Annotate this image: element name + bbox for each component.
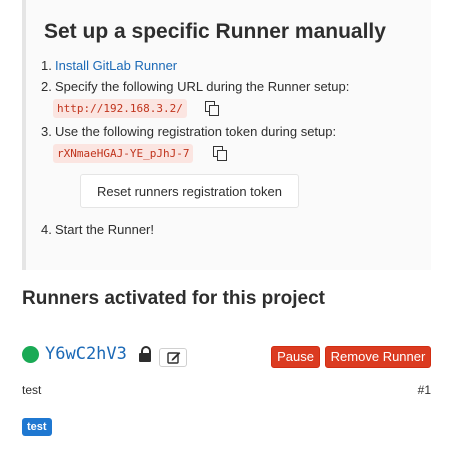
edit-runner-button[interactable] [159, 348, 187, 367]
coordinator-url: http://192.168.3.2/ [53, 99, 187, 118]
step-3: 3. Use the following registration token d… [41, 124, 336, 139]
runner-id: #1 [417, 383, 431, 397]
step-4-number: 4. [41, 222, 52, 237]
registration-token: rXNmaeHGAJ-YE_pJhJ-7 [53, 144, 194, 163]
step-2-number: 2. [41, 79, 52, 94]
activated-runners-title: Runners activated for this project [22, 288, 326, 309]
copy-url-button[interactable] [204, 100, 220, 116]
remove-runner-button[interactable]: Remove Runner [325, 346, 431, 368]
runner-row: Y6wC2hV3 Pause Remove Runner [22, 344, 431, 370]
runner-description: test [22, 383, 42, 397]
runner-name-link[interactable]: Y6wC2hV3 [45, 344, 127, 364]
runner-status-online-icon [22, 346, 39, 363]
step-2: 2. Specify the following URL during the R… [41, 79, 349, 94]
step-3-text: Use the following registration token dur… [55, 124, 337, 139]
step-4: 4. Start the Runner! [41, 222, 154, 237]
step-1-number: 1. [41, 58, 52, 73]
step-3-number: 3. [41, 124, 52, 139]
step-2-text: Specify the following URL during the Run… [55, 79, 350, 94]
edit-icon [167, 352, 181, 364]
setup-title: Set up a specific Runner manually [44, 20, 386, 43]
runner-tag-badge: test [22, 418, 52, 436]
copy-token-button[interactable] [212, 145, 228, 161]
step-1: 1. Install GitLab Runner [41, 58, 177, 73]
step-4-text: Start the Runner! [55, 222, 154, 237]
lock-icon [138, 346, 152, 363]
install-gitlab-runner-link[interactable]: Install GitLab Runner [55, 58, 177, 73]
pause-runner-button[interactable]: Pause [271, 346, 320, 368]
reset-registration-token-button[interactable]: Reset runners registration token [80, 174, 299, 208]
